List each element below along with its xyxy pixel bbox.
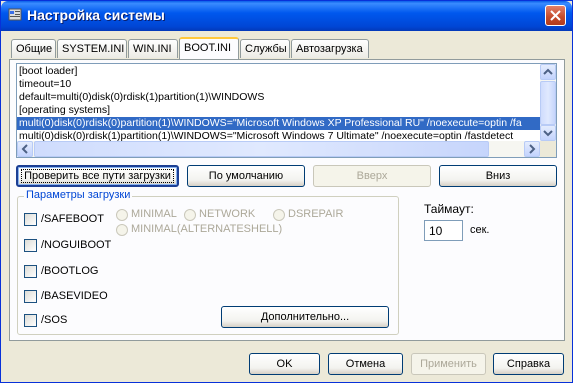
tab-win-ini[interactable]: WIN.INI — [128, 39, 178, 58]
set-default-button[interactable]: По умолчанию — [187, 165, 305, 187]
sos-label: /SOS — [41, 314, 68, 326]
title-bar[interactable]: Настройка системы — [1, 1, 572, 31]
safeboot-label: /SAFEBOOT — [41, 213, 104, 225]
boot-ini-listbox[interactable]: [boot loader] timeout=10 default=multi(0… — [16, 63, 557, 158]
minimal-label: MINIMAL — [131, 208, 177, 220]
tab-startup[interactable]: Автозагрузка — [291, 39, 369, 58]
timeout-input[interactable]: 10 — [424, 220, 463, 241]
vertical-scrollbar[interactable] — [540, 64, 556, 141]
boot-ini-line[interactable]: [operating systems] — [19, 104, 110, 117]
check-all-boot-paths-button[interactable]: Проверить все пути загрузки — [16, 165, 179, 187]
scroll-right-button[interactable] — [524, 141, 540, 157]
arrow-left-icon — [21, 144, 28, 154]
settings-app-icon — [8, 8, 22, 21]
ok-button[interactable]: OK — [249, 353, 320, 375]
boot-ini-line[interactable]: timeout=10 — [19, 78, 71, 91]
bootlog-label: /BOOTLOG — [41, 265, 99, 277]
move-up-button[interactable]: Вверх — [313, 165, 431, 187]
dsrepair-radio[interactable] — [273, 209, 285, 221]
cancel-button[interactable]: Отмена — [328, 353, 403, 375]
vertical-scroll-thumb[interactable] — [540, 81, 556, 125]
minimal-radio[interactable] — [116, 209, 128, 221]
window-title: Настройка системы — [27, 7, 165, 23]
scroll-left-button[interactable] — [17, 141, 33, 157]
boot-ini-line-selected[interactable]: multi(0)disk(0)rdisk(0)partition(1)\WIND… — [17, 117, 540, 130]
bootlog-checkbox[interactable] — [24, 265, 37, 278]
basevideo-label: /BASEVIDEO — [41, 290, 108, 302]
arrow-down-icon — [543, 130, 553, 137]
apply-button[interactable]: Применить — [411, 353, 486, 375]
network-radio[interactable] — [184, 209, 196, 221]
tab-system-ini[interactable]: SYSTEM.INI — [57, 39, 127, 58]
noguiboot-label: /NOGUIBOOT — [41, 239, 112, 251]
safeboot-checkbox[interactable] — [24, 213, 37, 226]
horizontal-scroll-thumb[interactable] — [34, 141, 489, 157]
minimal-alternateshell-label: MINIMAL(ALTERNATESHELL) — [131, 223, 283, 235]
arrow-right-icon — [529, 144, 536, 154]
sos-checkbox[interactable] — [24, 314, 37, 327]
close-icon — [550, 10, 561, 21]
tab-services[interactable]: Службы — [240, 39, 290, 58]
minimal-alternateshell-radio[interactable] — [116, 224, 128, 236]
tab-boot-ini[interactable]: BOOT.INI — [179, 37, 239, 59]
basevideo-checkbox[interactable] — [24, 290, 37, 303]
boot-ini-line[interactable]: [boot loader] — [19, 65, 77, 78]
tab-general[interactable]: Общие — [11, 39, 56, 58]
timeout-unit-label: сек. — [470, 224, 490, 236]
network-label: NETWORK — [199, 208, 256, 220]
scroll-up-button[interactable] — [540, 64, 556, 80]
scroll-corner — [540, 141, 556, 157]
arrow-up-icon — [543, 68, 553, 75]
noguiboot-checkbox[interactable] — [24, 239, 37, 252]
timeout-label: Таймаут: — [424, 202, 474, 216]
boot-options-title: Параметры загрузки — [24, 189, 133, 201]
move-down-button[interactable]: Вниз — [439, 165, 557, 187]
scroll-down-button[interactable] — [540, 125, 556, 141]
horizontal-scrollbar[interactable] — [17, 141, 540, 157]
advanced-options-button[interactable]: Дополнительно... — [221, 306, 389, 328]
dsrepair-label: DSREPAIR — [288, 208, 344, 220]
help-button[interactable]: Справка — [493, 353, 564, 375]
close-button[interactable] — [545, 5, 566, 26]
boot-ini-line[interactable]: default=multi(0)disk(0)rdisk(1)partition… — [19, 91, 264, 104]
